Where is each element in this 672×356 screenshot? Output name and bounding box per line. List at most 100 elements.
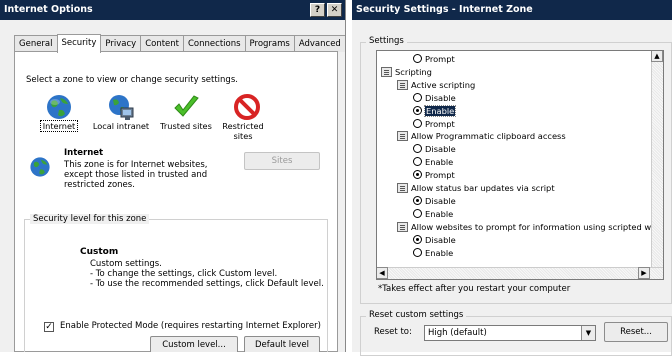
radio-icon[interactable] (413, 157, 422, 167)
help-button[interactable]: ? (310, 3, 325, 17)
tree-setting[interactable]: Allow Programmatic clipboard access (397, 130, 566, 142)
tree-row-label: Disable (425, 144, 456, 155)
scroll-left-button[interactable]: ◀ (377, 267, 388, 279)
radio-icon[interactable] (413, 54, 422, 63)
tree-option-prompt[interactable]: Prompt (413, 118, 455, 130)
restart-note: *Takes effect after you restart your com… (378, 284, 571, 294)
reset-to-label: Reset to: (374, 327, 412, 337)
tab-programs[interactable]: Programs (244, 35, 295, 52)
reset-to-value: High (default) (428, 328, 487, 338)
radio-icon[interactable] (413, 247, 422, 257)
checkmark-icon[interactable] (171, 92, 201, 122)
intranet-icon[interactable] (106, 92, 136, 122)
horizontal-scrollbar[interactable]: ◀ ▶ (377, 267, 663, 279)
radio-icon[interactable] (413, 118, 422, 128)
level-line-2: - To change the settings, click Custom l… (90, 269, 278, 279)
level-line-3: - To use the recommended settings, click… (90, 279, 324, 289)
settings-tree[interactable]: Enable Disable Allow websites to prompt fo… (376, 50, 664, 280)
zone-description: This zone is for Internet websites, exce… (64, 160, 208, 190)
tree-setting[interactable]: Allow status bar updates via script (397, 182, 555, 194)
tree-option-enable[interactable]: Enable (413, 208, 453, 220)
globe-icon[interactable] (44, 92, 74, 122)
setting-icon (397, 221, 408, 232)
security-settings-titlebar[interactable]: Security Settings - Internet Zone (352, 0, 672, 20)
sites-button[interactable]: Sites (244, 152, 320, 170)
tree-category[interactable]: Scripting (381, 66, 432, 78)
zone-label-internet[interactable]: Internet (38, 120, 80, 132)
scroll-right-button[interactable]: ▶ (638, 267, 650, 279)
arrow-up-icon: ▲ (654, 52, 660, 60)
tree-setting[interactable]: Active scripting (397, 79, 475, 91)
radio-icon[interactable] (413, 105, 422, 115)
tree-row-label: Scripting (395, 66, 432, 77)
tab-general[interactable]: General (14, 35, 58, 52)
zone-label-restricted-sites[interactable]: Restricted sites (222, 121, 264, 141)
tab-privacy[interactable]: Privacy (100, 35, 142, 52)
internet-options-titlebar[interactable]: Internet Options ? ✕ (0, 0, 345, 20)
protected-mode-label[interactable]: Enable Protected Mode (requires restarti… (60, 321, 321, 331)
protected-mode-checkbox[interactable]: ✓ (44, 322, 54, 332)
tree-row-label: Active scripting (411, 79, 476, 90)
tree-option-prompt[interactable]: Prompt (413, 169, 455, 181)
tree-row-label: Prompt (425, 118, 455, 129)
setting-icon (397, 131, 408, 142)
setting-icon (381, 66, 392, 77)
tree-row-label: Allow Programmatic clipboard access (411, 131, 566, 142)
window-title: Internet Options (4, 4, 93, 15)
tree-row-label: Enable (425, 247, 454, 258)
radio-icon[interactable] (413, 92, 422, 102)
tree-setting[interactable]: Allow websites to prompt for information… (397, 221, 664, 233)
tree-option-enable[interactable]: Enable (413, 104, 457, 117)
zone-label-trusted-sites[interactable]: Trusted sites (156, 121, 216, 131)
tree-row-label: Enable (425, 157, 454, 168)
tab-content[interactable]: Content (140, 35, 184, 52)
tree-option-enable[interactable]: Enable (413, 156, 453, 168)
zone-label-local-intranet[interactable]: Local intranet (90, 121, 152, 131)
window-title: Security Settings - Internet Zone (356, 4, 533, 15)
tree-row-label: Disable (425, 234, 456, 245)
tree-option-disable[interactable]: Disable (413, 234, 456, 246)
radio-icon[interactable] (413, 234, 422, 244)
checkmark-icon: ✓ (45, 322, 53, 332)
tree-row-label: Disable (425, 195, 456, 206)
zone-prompt: Select a zone to view or change security… (26, 75, 238, 85)
close-button[interactable]: ✕ (327, 3, 342, 17)
restricted-icon[interactable] (232, 92, 262, 122)
radio-icon[interactable] (413, 195, 422, 205)
arrow-right-icon: ▶ (641, 269, 647, 277)
tree-row-label: Allow status bar updates via script (411, 183, 555, 193)
settings-group-label: Settings (366, 36, 407, 46)
tree-row-label: Disable (425, 92, 456, 103)
tree-option-disable[interactable]: Disable (413, 195, 456, 207)
reset-to-select[interactable]: High (default) ▼ (424, 325, 596, 341)
custom-level-button[interactable]: Custom level... (150, 336, 238, 352)
radio-icon[interactable] (413, 170, 422, 180)
zone-title: Internet (64, 148, 104, 158)
reset-button[interactable]: Reset... (604, 322, 668, 342)
tab-connections[interactable]: Connections (183, 35, 246, 52)
tab-strip: General Security Privacy Content Connections… (14, 33, 345, 53)
default-level-button[interactable]: Default level (244, 336, 320, 352)
tree-option-disable[interactable]: Disable (413, 92, 456, 104)
scroll-up-button[interactable]: ▲ (651, 51, 663, 62)
radio-icon[interactable] (413, 144, 422, 154)
tree-option-enable[interactable]: Enable (413, 247, 453, 259)
tree-row-label: Enable (425, 208, 454, 219)
vertical-scrollbar[interactable]: ▲ (651, 51, 663, 267)
level-line-1: Custom settings. (90, 259, 162, 269)
chevron-down-icon[interactable]: ▼ (581, 326, 595, 340)
tab-advanced[interactable]: Advanced (293, 35, 345, 52)
setting-icon (397, 79, 408, 90)
tree-option-disable[interactable]: Disable (413, 143, 456, 155)
arrow-left-icon: ◀ (379, 269, 385, 277)
security-level-title: Custom (80, 247, 119, 257)
tree-row-label: Enable (423, 104, 457, 117)
tab-security[interactable]: Security (56, 34, 102, 53)
tree-row-label: Allow websites to prompt for information… (411, 221, 664, 232)
reset-group-label: Reset custom settings (366, 310, 467, 320)
radio-icon[interactable] (413, 208, 422, 218)
tree-option-prompt[interactable]: Prompt (413, 53, 455, 65)
internet-options-window: Internet Options ? ✕ General Security Priv… (0, 0, 346, 352)
tree-row-label: Prompt (425, 54, 455, 64)
setting-icon (397, 183, 408, 193)
